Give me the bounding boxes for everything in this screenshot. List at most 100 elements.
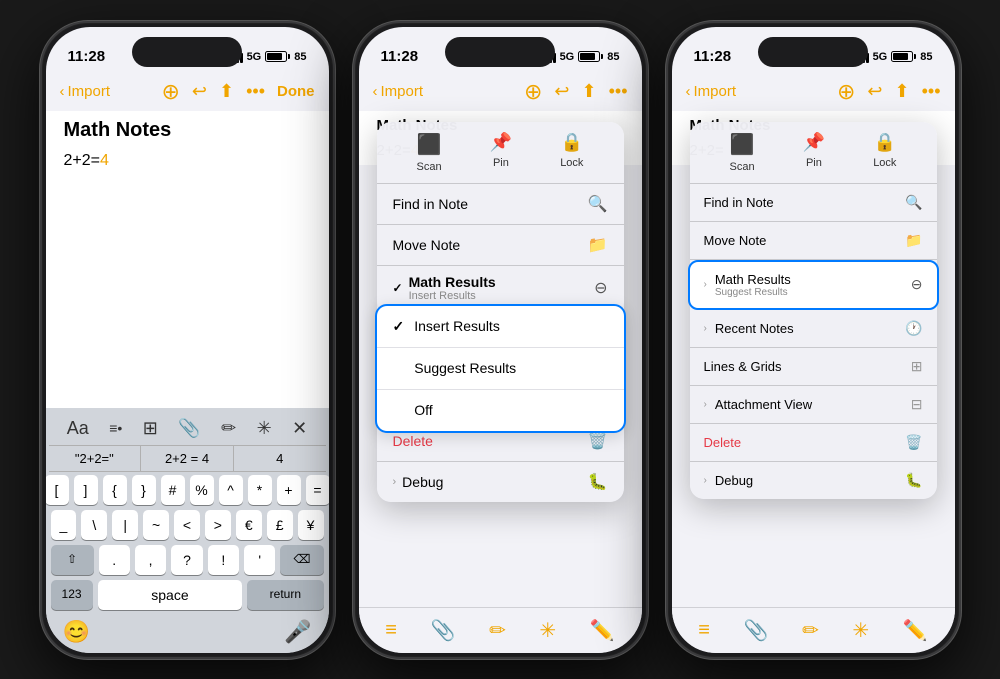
lines-grids-icon: ⊞ bbox=[911, 358, 923, 375]
key-pound[interactable]: £ bbox=[267, 510, 293, 540]
nav-icon-add-3[interactable]: ⊕ bbox=[837, 79, 855, 105]
key-return[interactable]: return bbox=[247, 580, 323, 610]
key-asterisk[interactable]: * bbox=[248, 475, 272, 505]
submenu-suggest[interactable]: ✓ Suggest Results bbox=[377, 348, 624, 390]
side-menu-lock[interactable]: 🔒 Lock bbox=[873, 132, 896, 173]
kb-tool-star[interactable]: ✳ bbox=[257, 418, 272, 439]
nav-icon-share-1[interactable]: ⬆ bbox=[219, 81, 234, 102]
back-button-1[interactable]: ‹ Import bbox=[60, 83, 111, 100]
menu-top-pin[interactable]: 📌 Pin bbox=[490, 132, 512, 173]
key-apos[interactable]: ' bbox=[244, 545, 275, 575]
key-lt[interactable]: < bbox=[174, 510, 200, 540]
key-lbracket[interactable]: [ bbox=[46, 475, 69, 505]
debug-icon-3: 🐛 bbox=[905, 472, 922, 489]
side-delete[interactable]: Delete 🗑️ bbox=[690, 424, 937, 462]
note-content-1: Math Notes 2+2=4 bbox=[46, 111, 329, 408]
nav-icon-more-3[interactable]: ••• bbox=[922, 81, 941, 102]
key-question[interactable]: ? bbox=[171, 545, 202, 575]
done-button-1[interactable]: Done bbox=[277, 83, 315, 100]
key-exclaim[interactable]: ! bbox=[208, 545, 239, 575]
menu-debug-2[interactable]: › Debug 🐛 bbox=[377, 462, 624, 502]
kb-suggestion-0[interactable]: "2+2=" bbox=[49, 446, 142, 471]
back-button-3[interactable]: ‹ Import bbox=[686, 83, 737, 100]
key-shift[interactable]: ⇧ bbox=[51, 545, 94, 575]
tb-attach-2[interactable]: 📎 bbox=[431, 618, 456, 643]
mic-button-1[interactable]: 🎤 bbox=[284, 619, 311, 645]
battery-1 bbox=[265, 51, 290, 62]
tb-star-2[interactable]: ✳ bbox=[539, 618, 556, 643]
nav-icon-undo-3[interactable]: ↩ bbox=[867, 81, 882, 102]
move-note-icon: 📁 bbox=[588, 235, 608, 255]
side-find-note[interactable]: Find in Note 🔍 bbox=[690, 184, 937, 222]
pin-label: Pin bbox=[493, 157, 509, 169]
key-space[interactable]: space bbox=[98, 580, 243, 610]
menu-top-lock[interactable]: 🔒 Lock bbox=[560, 132, 583, 173]
side-move-note[interactable]: Move Note 📁 bbox=[690, 222, 937, 260]
kb-tool-pencil[interactable]: ✏ bbox=[221, 418, 236, 439]
kb-tool-format[interactable]: Aa bbox=[67, 418, 89, 439]
bottom-toolbar-3: ≡ 📎 ✏ ✳ ✏️ bbox=[672, 607, 955, 653]
kb-tool-close[interactable]: ✕ bbox=[292, 418, 307, 439]
menu-top-scan[interactable]: ⬛ Scan bbox=[417, 132, 442, 173]
key-gt[interactable]: > bbox=[205, 510, 231, 540]
kb-suggestion-2[interactable]: 4 bbox=[234, 446, 326, 471]
key-yen[interactable]: ¥ bbox=[298, 510, 324, 540]
emoji-button-1[interactable]: 😊 bbox=[63, 619, 90, 645]
key-equals[interactable]: = bbox=[306, 475, 329, 505]
time-2: 11:28 bbox=[381, 48, 419, 65]
side-math-results[interactable]: › Math Results Suggest Results ⊖ bbox=[688, 260, 939, 310]
tb-compose-3[interactable]: ✏️ bbox=[903, 618, 928, 643]
menu-find-note[interactable]: Find in Note 🔍 bbox=[377, 184, 624, 225]
key-period[interactable]: . bbox=[99, 545, 130, 575]
key-backslash[interactable]: \ bbox=[81, 510, 107, 540]
submenu-insert[interactable]: ✓ Insert Results bbox=[377, 306, 624, 348]
side-debug[interactable]: › Debug 🐛 bbox=[690, 462, 937, 499]
key-rbrace[interactable]: } bbox=[132, 475, 156, 505]
tb-attach-3[interactable]: 📎 bbox=[744, 618, 769, 643]
side-menu-scan[interactable]: ⬛ Scan bbox=[730, 132, 755, 173]
key-comma[interactable]: , bbox=[135, 545, 166, 575]
submenu-off[interactable]: ✓ Off bbox=[377, 390, 624, 431]
key-plus[interactable]: + bbox=[277, 475, 301, 505]
key-hash[interactable]: # bbox=[161, 475, 185, 505]
nav-icon-share-3[interactable]: ⬆ bbox=[895, 81, 910, 102]
side-menu-pin[interactable]: 📌 Pin bbox=[803, 132, 825, 173]
nav-icon-undo-2[interactable]: ↩ bbox=[554, 81, 569, 102]
side-attachment-view[interactable]: › Attachment View ⊟ bbox=[690, 386, 937, 424]
nav-icon-more-2[interactable]: ••• bbox=[609, 81, 628, 102]
tb-star-3[interactable]: ✳ bbox=[852, 618, 869, 643]
side-lines-grids[interactable]: Lines & Grids ⊞ bbox=[690, 348, 937, 386]
key-percent[interactable]: % bbox=[190, 475, 214, 505]
side-recent-notes[interactable]: › Recent Notes 🕐 bbox=[690, 310, 937, 348]
key-underscore[interactable]: _ bbox=[51, 510, 77, 540]
tb-pencil-3[interactable]: ✏ bbox=[802, 618, 819, 643]
key-tilde[interactable]: ~ bbox=[143, 510, 169, 540]
kb-tool-attach[interactable]: 📎 bbox=[178, 418, 200, 439]
tb-list-2[interactable]: ≡ bbox=[385, 619, 397, 642]
key-pipe[interactable]: | bbox=[112, 510, 138, 540]
key-123[interactable]: 123 bbox=[51, 580, 93, 610]
submenu-label-off: Off bbox=[414, 402, 432, 418]
nav-icon-add-1[interactable]: ⊕ bbox=[161, 79, 179, 105]
nav-icon-add-2[interactable]: ⊕ bbox=[524, 79, 542, 105]
menu-move-note[interactable]: Move Note 📁 bbox=[377, 225, 624, 266]
key-rbracket[interactable]: ] bbox=[74, 475, 98, 505]
key-lbrace[interactable]: { bbox=[103, 475, 127, 505]
key-euro[interactable]: € bbox=[236, 510, 262, 540]
nav-icon-undo-1[interactable]: ↩ bbox=[192, 81, 207, 102]
key-delete[interactable]: ⌫ bbox=[280, 545, 323, 575]
kb-tool-table[interactable]: ⊞ bbox=[143, 418, 158, 439]
nav-icon-share-2[interactable]: ⬆ bbox=[582, 81, 597, 102]
key-caret[interactable]: ^ bbox=[219, 475, 243, 505]
delete-icon-2: 🗑️ bbox=[588, 431, 608, 451]
kb-tool-list[interactable]: ≡• bbox=[109, 420, 122, 436]
math-results-icon-3: ⊖ bbox=[911, 276, 923, 293]
tb-list-3[interactable]: ≡ bbox=[698, 619, 710, 642]
nav-icon-more-1[interactable]: ••• bbox=[246, 81, 265, 102]
pin-icon: 📌 bbox=[490, 132, 512, 153]
tb-compose-2[interactable]: ✏️ bbox=[590, 618, 615, 643]
math-results-text-3: Math Results Suggest Results bbox=[715, 272, 791, 298]
back-button-2[interactable]: ‹ Import bbox=[373, 83, 424, 100]
kb-suggestion-1[interactable]: 2+2 = 4 bbox=[141, 446, 234, 471]
tb-pencil-2[interactable]: ✏ bbox=[489, 618, 506, 643]
